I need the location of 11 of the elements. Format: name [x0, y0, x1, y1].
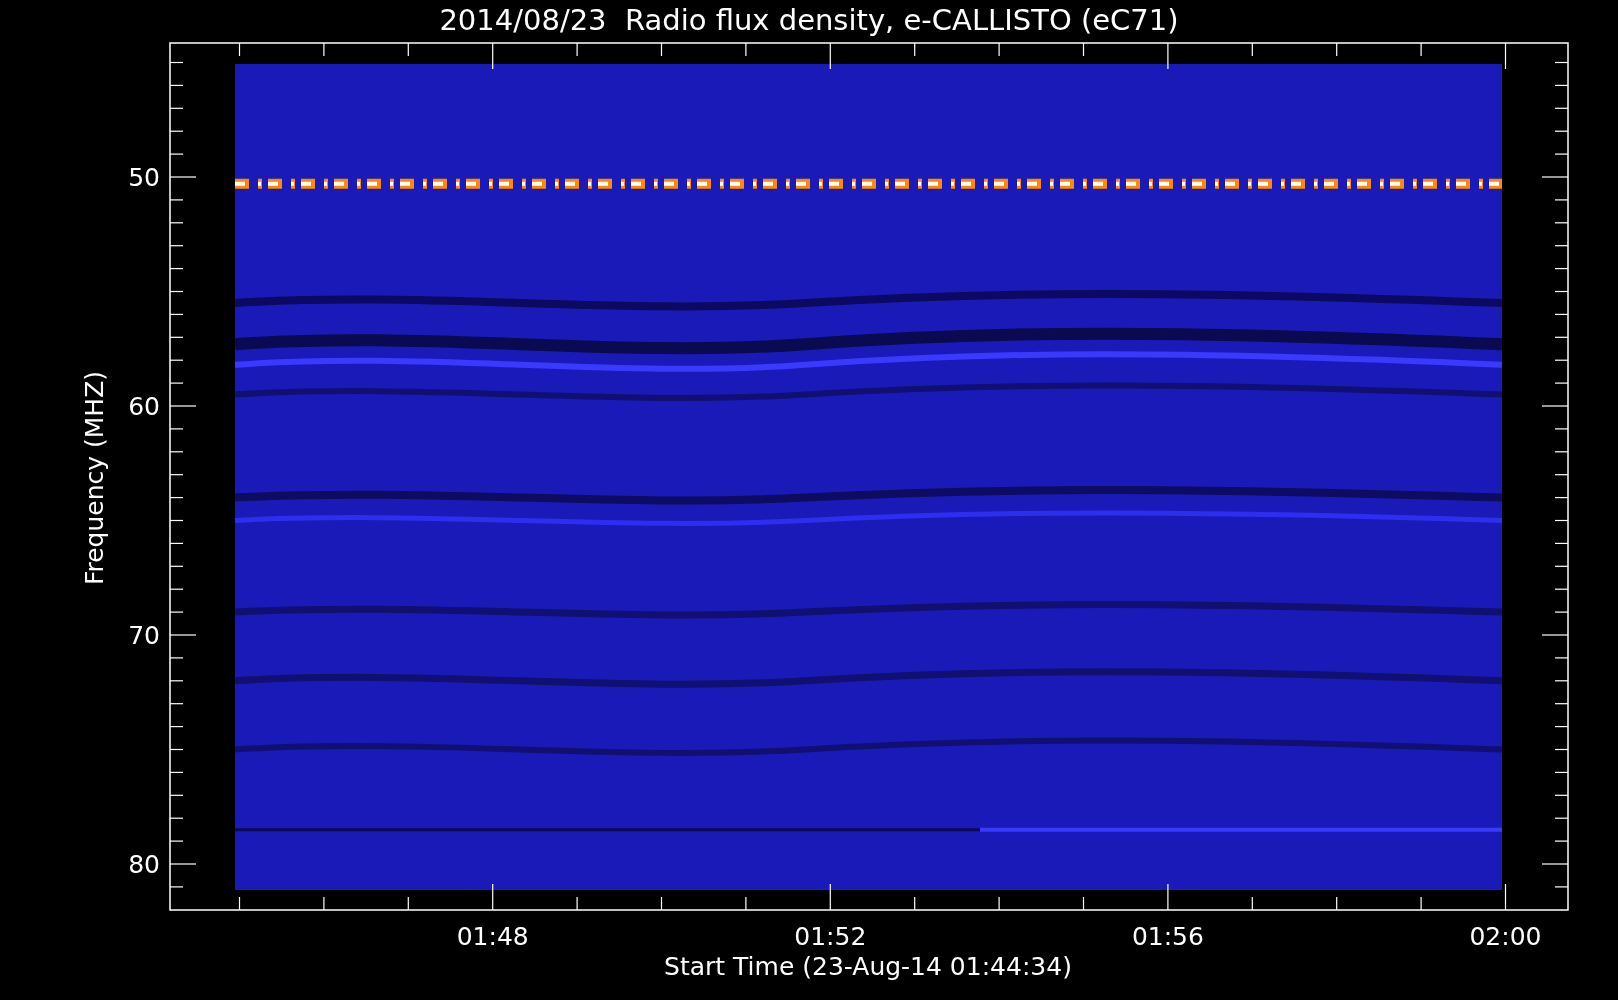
y-tick-label: 80	[128, 850, 160, 879]
y-tick-label: 70	[128, 621, 160, 650]
chart-title: 2014/08/23 Radio flux density, e-CALLISTO (eC71)	[439, 3, 1179, 37]
x-tick-label: 02:00	[1469, 922, 1542, 951]
x-tick-label: 01:56	[1131, 922, 1204, 951]
y-tick-label: 60	[128, 392, 160, 421]
y-tick-label: 50	[128, 163, 160, 192]
x-axis-label: Start Time (23-Aug-14 01:44:34)	[664, 952, 1072, 981]
x-tick-label: 01:52	[794, 922, 867, 951]
x-tick-label: 01:48	[456, 922, 529, 951]
y-axis-label: Frequency (MHZ)	[80, 370, 109, 586]
